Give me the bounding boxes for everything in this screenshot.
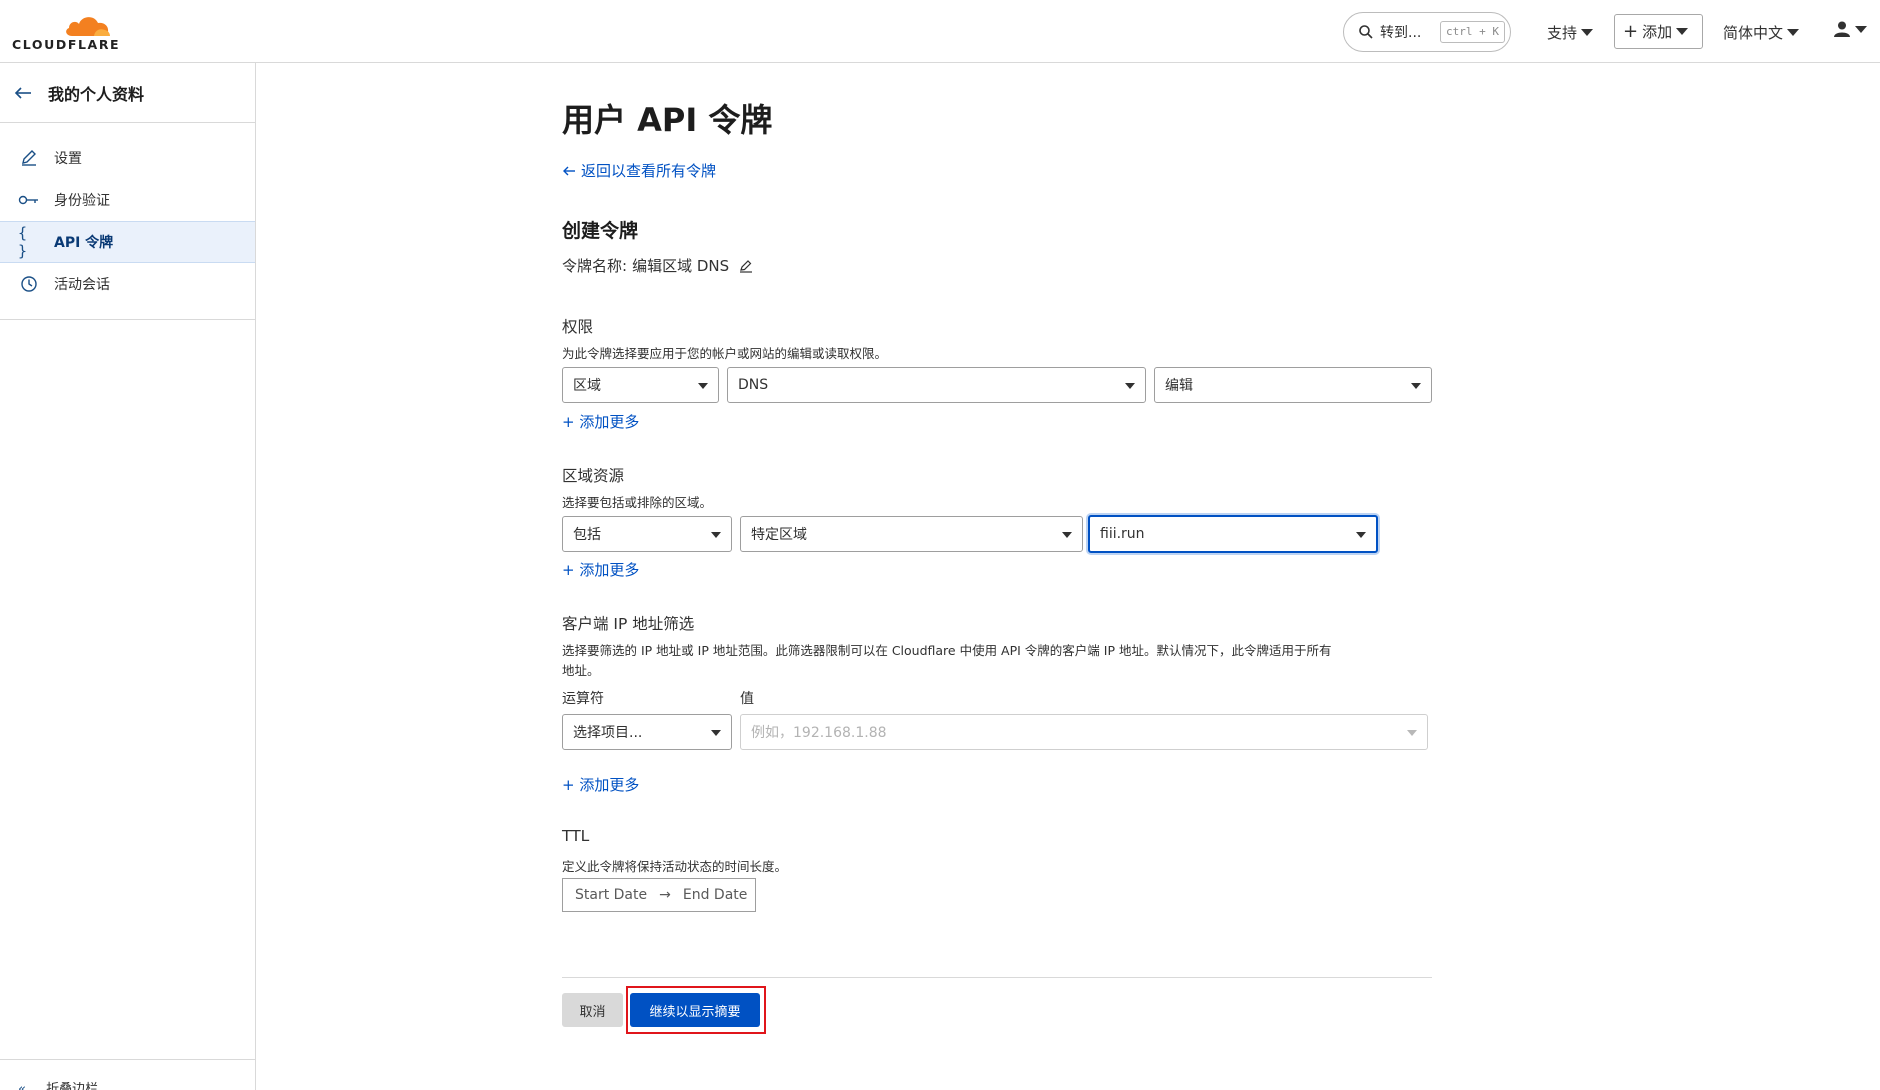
chevron-down-icon: [1407, 730, 1417, 736]
chevron-down-icon: [1676, 28, 1689, 35]
collapse-sidebar-label: 折叠边栏: [46, 1082, 99, 1090]
end-date-input[interactable]: End Date: [683, 887, 748, 903]
back-link-label: 返回以查看所有令牌: [581, 162, 717, 180]
select-value: 编辑: [1165, 378, 1193, 394]
add-button[interactable]: + 添加: [1614, 14, 1703, 49]
chevrons-left-icon: «: [18, 1082, 26, 1090]
chevron-down-icon: [698, 383, 708, 389]
language-menu[interactable]: 简体中文: [1723, 22, 1800, 43]
sidebar-nav: 设置 身份验证 { } API 令牌 活动会话: [0, 123, 255, 320]
value-label: 值: [740, 691, 754, 707]
ttl-date-range[interactable]: Start Date → End Date: [562, 878, 756, 912]
ip-filter-description-cont: 地址。: [562, 663, 600, 678]
input-placeholder: 例如，192.168.1.88: [751, 725, 887, 741]
add-more-permissions-link[interactable]: + 添加更多: [562, 411, 639, 432]
support-menu[interactable]: 支持: [1547, 22, 1594, 43]
add-more-zones-link[interactable]: + 添加更多: [562, 559, 639, 580]
chevron-down-icon: [1062, 532, 1072, 538]
search-icon: [1359, 25, 1373, 39]
operator-label: 运算符: [562, 691, 604, 707]
chevron-down-icon: [1787, 29, 1800, 36]
sidebar-item-active-sessions[interactable]: 活动会话: [0, 263, 255, 305]
ttl-description: 定义此令牌将保持活动状态的时间长度。: [562, 859, 788, 874]
zone-domain-select[interactable]: fiii.run: [1088, 515, 1378, 553]
select-value: 包括: [573, 527, 601, 543]
ttl-label: TTL: [562, 827, 590, 845]
chevron-down-icon: [711, 730, 721, 736]
operator-select[interactable]: 选择项目...: [562, 714, 732, 750]
search-label: 转到...: [1380, 25, 1422, 41]
zone-include-select[interactable]: 包括: [562, 516, 732, 552]
token-name-value: 编辑区域 DNS: [632, 257, 730, 275]
cloud-logo-icon: [66, 17, 110, 36]
permissions-label: 权限: [562, 318, 594, 336]
arrow-right-icon: →: [659, 887, 671, 903]
sidebar-item-settings[interactable]: 设置: [0, 137, 255, 179]
select-value: 区域: [573, 378, 601, 394]
page-title: 用户 API 令牌: [562, 101, 773, 139]
chevron-down-icon: [1356, 532, 1366, 538]
cloudflare-logo[interactable]: CLOUDFLARE: [12, 10, 122, 52]
sidebar-title: 我的个人资料: [48, 84, 145, 104]
user-icon: [1834, 21, 1850, 37]
braces-icon: { }: [18, 224, 28, 260]
ip-value-input[interactable]: 例如，192.168.1.88: [740, 714, 1428, 750]
permissions-description: 为此令牌选择要应用于您的帐户或网站的编辑或读取权限。: [562, 346, 888, 361]
chevron-down-icon: [711, 532, 721, 538]
start-date-input[interactable]: Start Date: [575, 887, 647, 903]
zone-resources-description: 选择要包括或排除的区域。: [562, 495, 713, 510]
sidebar: 我的个人资料 设置 身份验证 { } API 令牌 活动会话 « 折叠边栏: [0, 63, 256, 1090]
add-label: 添加: [1642, 23, 1673, 41]
chevron-down-icon: [1581, 29, 1594, 36]
token-name: 令牌名称: 编辑区域 DNS: [562, 255, 753, 276]
add-more-ip-link[interactable]: + 添加更多: [562, 774, 639, 795]
chevron-down-icon: [1125, 383, 1135, 389]
cancel-button[interactable]: 取消: [562, 993, 623, 1027]
select-value: 特定区域: [751, 527, 807, 543]
section-title: 创建令牌: [562, 220, 639, 242]
chevron-down-icon: [1411, 383, 1421, 389]
permission-resource-select[interactable]: DNS: [727, 367, 1146, 403]
sidebar-item-authentication[interactable]: 身份验证: [0, 179, 255, 221]
edit-icon[interactable]: [739, 259, 753, 273]
select-value: fiii.run: [1100, 526, 1145, 542]
plus-icon: +: [1623, 21, 1639, 42]
ip-filter-description: 选择要筛选的 IP 地址或 IP 地址范围。此筛选器限制可以在 Cloudfla…: [562, 643, 1332, 658]
divider: [562, 977, 1432, 978]
arrow-left-icon: [14, 86, 31, 99]
zone-resources-label: 区域资源: [562, 467, 625, 485]
chevron-down-icon: [1855, 25, 1867, 33]
sidebar-item-api-tokens[interactable]: { } API 令牌: [0, 221, 255, 263]
token-name-label: 令牌名称:: [562, 257, 628, 275]
sidebar-back[interactable]: 我的个人资料: [0, 63, 255, 123]
sidebar-item-label: 设置: [54, 151, 82, 167]
sidebar-item-label: 身份验证: [54, 193, 110, 209]
select-value: DNS: [738, 377, 769, 393]
ip-filter-label: 客户端 IP 地址筛选: [562, 615, 695, 633]
clock-icon: [18, 273, 40, 295]
logo-text: CLOUDFLARE: [12, 37, 121, 52]
top-header: CLOUDFLARE 转到... ctrl + K 支持 + 添加 简体中文: [0, 0, 1880, 63]
sidebar-item-label: 活动会话: [54, 277, 110, 293]
language-label: 简体中文: [1723, 24, 1784, 42]
arrow-left-icon: [563, 166, 575, 175]
collapse-sidebar-button[interactable]: « 折叠边栏: [0, 1059, 256, 1090]
pencil-icon: [18, 147, 40, 169]
zone-type-select[interactable]: 特定区域: [740, 516, 1083, 552]
sidebar-item-label: API 令牌: [54, 235, 114, 251]
select-placeholder: 选择项目...: [573, 725, 643, 741]
support-label: 支持: [1547, 24, 1578, 42]
permission-level-select[interactable]: 编辑: [1154, 367, 1432, 403]
user-menu[interactable]: [1833, 20, 1867, 38]
highlight-box: [626, 986, 766, 1034]
search-shortcut: ctrl + K: [1440, 21, 1505, 43]
back-to-tokens-link[interactable]: 返回以查看所有令牌: [562, 160, 716, 181]
search-button[interactable]: 转到... ctrl + K: [1343, 12, 1511, 52]
key-icon: [18, 189, 40, 211]
permission-scope-select[interactable]: 区域: [562, 367, 719, 403]
